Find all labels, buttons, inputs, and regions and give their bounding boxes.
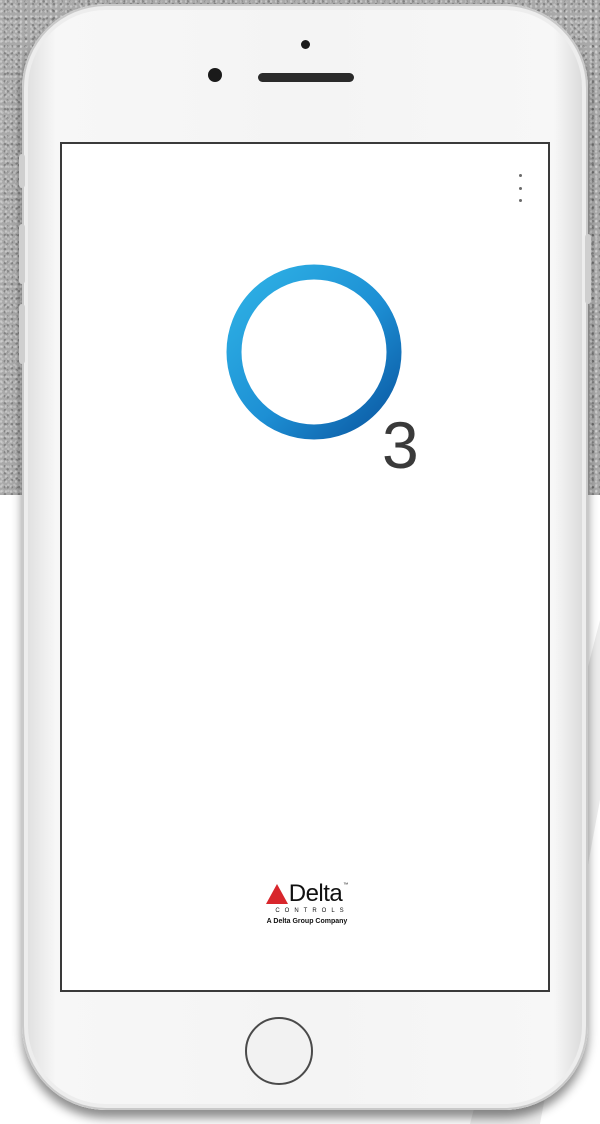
o3-logo [226,264,402,440]
brand-wordmark: Delta ™ [265,880,349,907]
phone-proximity-sensor [301,40,310,49]
delta-controls-logo: Delta ™ CONTROLS A Delta Group Company [62,880,548,925]
delta-triangle-icon [265,884,288,904]
brand-subtitle: CONTROLS [275,908,349,914]
home-button[interactable] [245,1017,313,1085]
brand-trademark: ™ [343,882,349,888]
brand-name: Delta [288,880,343,907]
phone-side-button [19,154,25,188]
phone-volume-up [19,224,25,284]
logo-subscript: 3 [382,408,419,482]
phone-screen: 3 Delta ™ CONTROLS A Delta Group Company [60,142,550,992]
phone-volume-down [19,304,25,364]
camera-icon [208,68,222,82]
phone-frame: 3 Delta ™ CONTROLS A Delta Group Company [19,4,591,1110]
phone-power-button [585,234,591,304]
brand-tagline: A Delta Group Company [266,918,348,925]
o3-ring-icon [226,264,402,440]
phone-speaker [258,73,354,82]
